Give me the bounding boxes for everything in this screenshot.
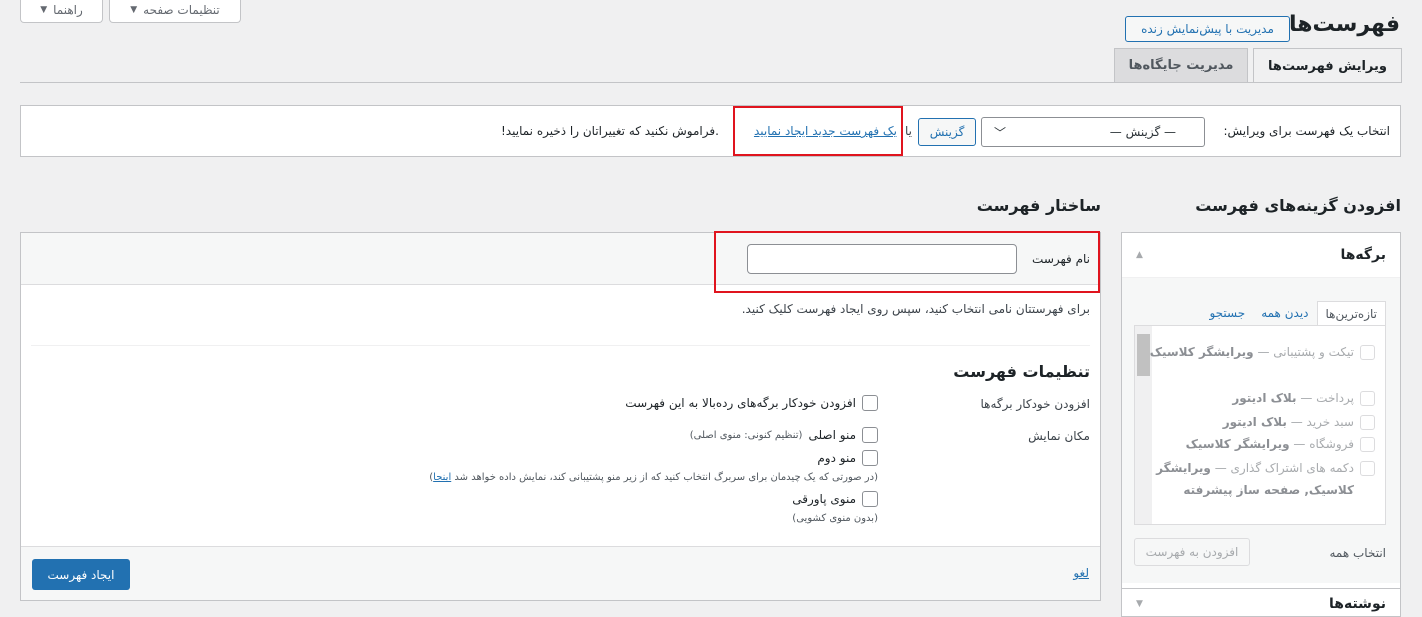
or-text: یا <box>905 124 912 138</box>
caret-down-icon: ▼ <box>40 5 48 15</box>
add-to-menu-button[interactable]: افزودن به فهرست <box>1134 538 1250 566</box>
highlight-create-link <box>733 106 903 156</box>
tab-view-all[interactable]: دیدن همه <box>1253 301 1316 326</box>
chevron-down-icon: ﹀ <box>994 125 1007 140</box>
list-item[interactable]: پرداخت — بلاک ادیتور <box>1232 387 1375 409</box>
menu-structure-heading: ساختار فهرست <box>976 196 1101 215</box>
caret-down-icon: ▼ <box>130 5 138 15</box>
highlight-menu-name <box>714 231 1100 293</box>
select-menu-label: انتخاب یک فهرست برای ویرایش: <box>1223 124 1390 138</box>
add-items-heading: افزودن گزینه‌های فهرست <box>1195 196 1401 215</box>
posts-accordion-header[interactable]: نوشته‌ها ▼ <box>1122 588 1400 617</box>
location-footer[interactable]: منوی پاورقی <box>792 491 878 507</box>
tab-search[interactable]: جستجو <box>1201 301 1253 326</box>
auto-add-checkbox[interactable] <box>862 395 878 411</box>
location-secondary-note: (در صورتی که یک چیدمان برای سربرگ انتخاب… <box>454 472 878 483</box>
list-item[interactable]: دکمه های اشتراک گذاری — ویرایشگر کلاسیک,… <box>1155 457 1375 501</box>
list-item[interactable]: فروشگاه — ویرایشگر کلاسیک <box>1186 433 1375 455</box>
caret-down-icon: ▼ <box>1136 598 1143 609</box>
auto-add-label: افزودن خودکار برگه‌ها <box>980 397 1091 411</box>
checkbox[interactable] <box>1360 345 1375 360</box>
list-item[interactable]: تیکت و پشتیبانی — ویرایشگر کلاسیک <box>1145 341 1375 363</box>
tab-most-recent[interactable]: تازه‌ترین‌ها <box>1316 301 1386 326</box>
menu-select-bar: انتخاب یک فهرست برای ویرایش: — گزینش — ﹀… <box>20 105 1401 157</box>
cancel-link[interactable]: لغو <box>1073 566 1089 580</box>
pages-checklist: تیکت و پشتیبانی — ویرایشگر کلاسیک پرداخت… <box>1134 325 1386 525</box>
location-secondary[interactable]: منو دوم <box>817 450 878 466</box>
help-button[interactable]: راهنما ▼ <box>20 0 103 23</box>
display-location-label: مکان نمایش <box>1028 429 1090 443</box>
location-secondary-checkbox[interactable] <box>862 450 878 466</box>
tabs-divider <box>20 82 1402 83</box>
location-secondary-note-row: (در صورتی که یک چیدمان برای سربرگ انتخاب… <box>429 472 878 483</box>
divider <box>31 345 1090 346</box>
checkbox[interactable] <box>1360 461 1375 476</box>
pages-accordion-header[interactable]: برگه‌ها ▲ <box>1122 233 1400 278</box>
tab-edit-menus[interactable]: ویرایش فهرست‌ها <box>1253 48 1402 83</box>
location-primary[interactable]: منو اصلی (تنظیم کنونی: منوی اصلی) <box>690 427 878 443</box>
checkbox[interactable] <box>1360 415 1375 430</box>
posts-title: نوشته‌ها <box>1329 595 1386 612</box>
location-secondary-label: منو دوم <box>817 451 856 465</box>
here-link[interactable]: اینجا <box>433 472 451 483</box>
menu-select[interactable]: — گزینش — ﹀ <box>981 117 1205 147</box>
list-item[interactable]: سبد خرید — بلاک ادیتور <box>1223 411 1375 433</box>
location-primary-checkbox[interactable] <box>862 427 878 443</box>
select-all-label[interactable]: انتخاب همه <box>1329 546 1386 560</box>
create-menu-button[interactable]: ایجاد فهرست <box>32 559 130 590</box>
live-preview-button[interactable]: مدیریت با پیش‌نمایش زنده <box>1125 16 1290 42</box>
add-items-panel: برگه‌ها ▲ تازه‌ترین‌ها دیدن همه جستجو تی… <box>1121 232 1401 617</box>
auto-add-option[interactable]: افزودن خودکار برگه‌های رده‌بالا به این ف… <box>625 395 878 411</box>
page-title: فهرست‌ها <box>1288 12 1400 37</box>
save-reminder-text: .فراموش نکنید که تغییراتان را ذخیره نمای… <box>501 124 719 138</box>
auto-add-option-label: افزودن خودکار برگه‌های رده‌بالا به این ف… <box>625 396 856 410</box>
checkbox[interactable] <box>1360 437 1375 452</box>
screen-options-label: تنظیمات صفحه <box>143 3 220 17</box>
location-footer-label: منوی پاورقی <box>792 492 856 506</box>
location-primary-note: (تنظیم کنونی: منوی اصلی) <box>689 429 803 441</box>
pages-title: برگه‌ها <box>1340 247 1386 263</box>
choose-menu-button[interactable]: گزینش <box>918 118 976 146</box>
menu-panel-footer: ایجاد فهرست لغو <box>21 546 1100 600</box>
location-footer-note: (بدون منوی کشویی) <box>792 513 878 524</box>
location-footer-checkbox[interactable] <box>862 491 878 507</box>
screen-options-button[interactable]: تنظیمات صفحه ▼ <box>109 0 241 23</box>
caret-up-icon: ▲ <box>1136 250 1143 260</box>
menu-settings-heading: تنظیمات فهرست <box>953 362 1090 381</box>
tab-manage-locations[interactable]: مدیریت جایگاه‌ها <box>1114 48 1248 82</box>
checkbox[interactable] <box>1360 391 1375 406</box>
pages-accordion-body: تازه‌ترین‌ها دیدن همه جستجو تیکت و پشتیب… <box>1122 278 1400 583</box>
pages-tabs: تازه‌ترین‌ها دیدن همه جستجو <box>1201 301 1386 326</box>
menu-help-text: برای فهرستتان نامی انتخاب کنید، سپس روی … <box>741 302 1090 316</box>
location-primary-label: منو اصلی <box>808 428 856 442</box>
help-label: راهنما <box>53 3 83 17</box>
menu-select-value: — گزینش — <box>1109 125 1176 139</box>
